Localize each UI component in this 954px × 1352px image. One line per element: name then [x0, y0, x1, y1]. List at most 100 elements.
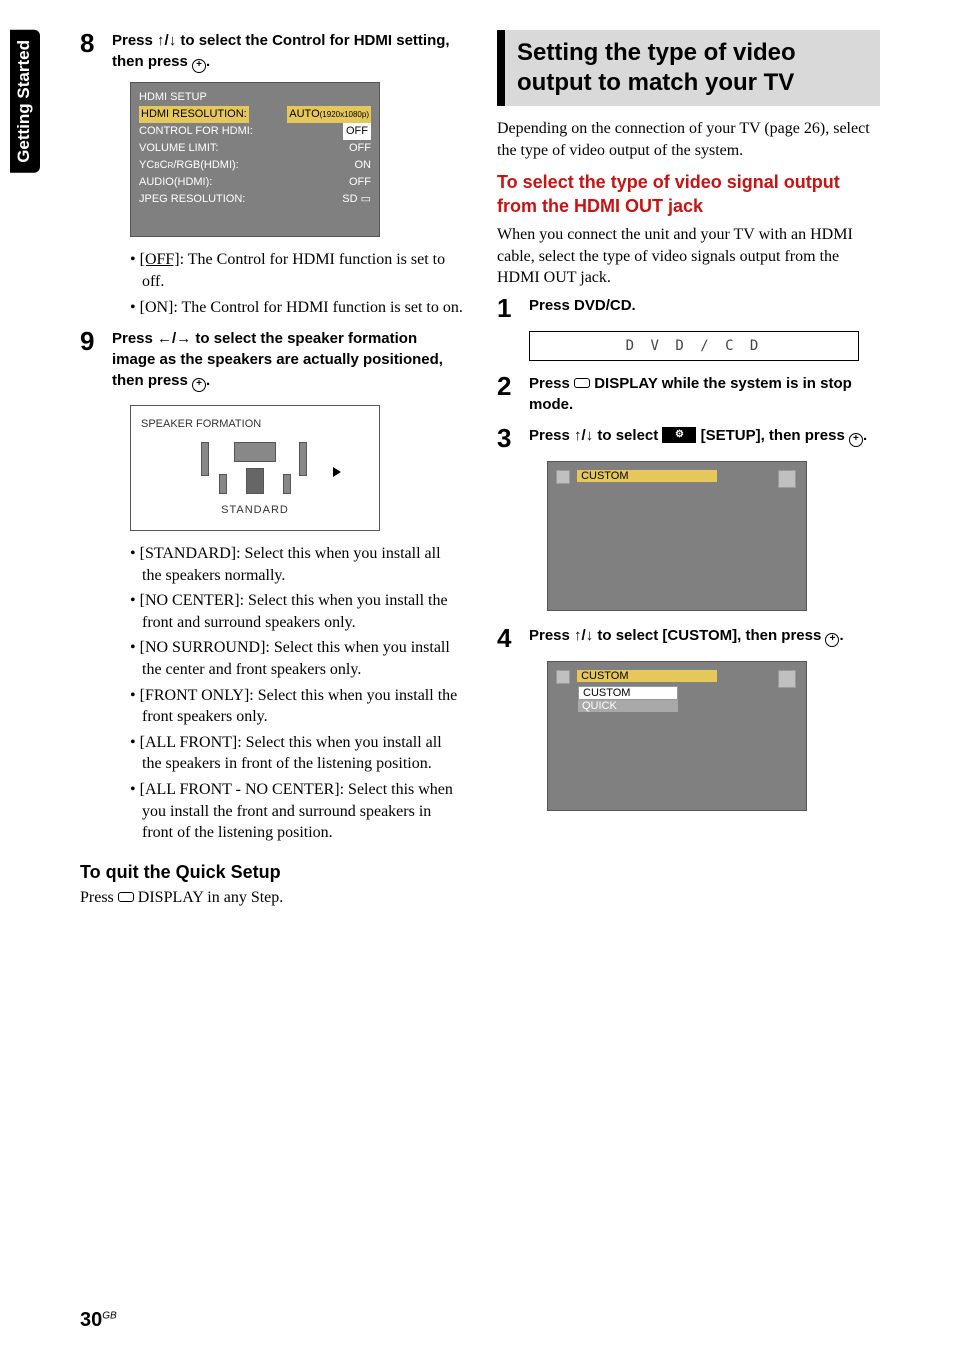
bullet: [ALL FRONT - NO CENTER]: Select this whe…	[130, 779, 463, 844]
osd-item-highlight: CUSTOM	[578, 686, 678, 700]
text: Press	[529, 375, 574, 392]
setup-osd-1: CUSTOM	[547, 461, 807, 611]
bullet: [OFF]: The Control for HDMI function is …	[130, 249, 463, 292]
hdmi-setup-osd: HDMI SETUP HDMI RESOLUTION: AUTO(1920x10…	[130, 82, 380, 237]
step-4: 4 Press ↑/↓ to select [CUSTOM], then pre…	[497, 625, 880, 651]
section-heading: Setting the type of video output to matc…	[497, 30, 880, 106]
bullet: [NO SURROUND]: Select this when you inst…	[130, 637, 463, 680]
osd-row: AUDIO(HDMI): OFF	[139, 174, 371, 191]
bullet: [NO CENTER]: Select this when you instal…	[130, 590, 463, 633]
page-number: 30GB	[80, 1309, 117, 1332]
osd-value: SD ▭	[342, 191, 371, 208]
bullet: [ON]: The Control for HDMI function is s…	[130, 297, 463, 319]
step-8-text: Press ↑/↓ to select the Control for HDMI…	[112, 30, 452, 72]
step-1: 1 Press DVD/CD.	[497, 295, 880, 321]
osd-label: AUDIO(HDMI):	[139, 174, 212, 191]
step-8-bullets: [OFF]: The Control for HDMI function is …	[130, 249, 463, 318]
speaker-icon	[299, 442, 307, 476]
step-9-bullets: [STANDARD]: Select this when you install…	[130, 543, 463, 844]
text: DISPLAY in any Step.	[134, 889, 284, 906]
setup-toolbox-icon: ⚙	[662, 427, 696, 443]
text: [SETUP], then press	[696, 427, 849, 444]
text: Press	[80, 889, 118, 906]
speaker-graphic	[195, 438, 315, 498]
speaker-formation-osd: SPEAKER FORMATION STANDARD	[130, 405, 380, 531]
speaker-icon	[283, 474, 291, 494]
text: .	[839, 627, 843, 644]
osd-label: YCBCR/RGB(HDMI):	[139, 157, 239, 174]
osd-value: AUTO(1920x1080p)	[287, 106, 371, 123]
osd-label: JPEG RESOLUTION:	[139, 191, 245, 208]
page-number-suffix: GB	[102, 1310, 116, 1321]
bullet: [STANDARD]: Select this when you install…	[130, 543, 463, 586]
step-9: 9 Press ←/→ to select the speaker format…	[80, 328, 463, 391]
left-column: 8 Press ↑/↓ to select the Control for HD…	[80, 30, 463, 914]
step-2-number: 2	[497, 373, 525, 399]
up-down-arrows-icon: ↑/↓	[574, 627, 593, 644]
osd-title: SPEAKER FORMATION	[141, 418, 369, 430]
text: to select [CUSTOM], then press	[593, 627, 825, 644]
bullet: [FRONT ONLY]: Select this when you insta…	[130, 685, 463, 728]
step-3: 3 Press ↑/↓ to select ⚙ [SETUP], then pr…	[497, 425, 880, 451]
enter-icon	[849, 433, 863, 447]
step-3-text: Press ↑/↓ to select ⚙ [SETUP], then pres…	[529, 425, 869, 446]
enter-icon	[825, 633, 839, 647]
lcd-display: D V D / C D	[529, 331, 859, 361]
text: Press	[529, 427, 574, 444]
text: .	[206, 372, 210, 389]
step-1-number: 1	[497, 295, 525, 321]
t: C	[160, 159, 168, 171]
osd-label: VOLUME LIMIT:	[139, 140, 218, 157]
intro-text-2: When you connect the unit and your TV wi…	[497, 224, 880, 289]
osd-tab-icon	[556, 470, 570, 484]
page-number-value: 30	[80, 1309, 102, 1331]
speaker-icon	[234, 442, 276, 462]
step-9-number: 9	[80, 328, 108, 354]
osd-row: YCBCR/RGB(HDMI): ON	[139, 157, 371, 174]
text: AUTO	[289, 108, 319, 120]
step-2-text: Press DISPLAY while the system is in sto…	[529, 373, 869, 415]
osd-item-selected: CUSTOM	[577, 470, 717, 482]
enter-icon	[192, 378, 206, 392]
left-right-arrows-icon: ←/→	[157, 330, 191, 347]
quit-body: Press DISPLAY in any Step.	[80, 887, 463, 909]
osd-value: OFF	[349, 140, 371, 157]
osd-item: QUICK	[578, 700, 678, 712]
t: /RGB(HDMI):	[173, 159, 238, 171]
t: YC	[139, 159, 154, 171]
osd-value-selected: OFF	[343, 123, 371, 140]
step-9-text: Press ←/→ to select the speaker formatio…	[112, 328, 452, 391]
step-8-number: 8	[80, 30, 108, 56]
text: : The Control for HDMI function is set t…	[142, 251, 445, 290]
step-3-number: 3	[497, 425, 525, 451]
bullet: [ALL FRONT]: Select this when you instal…	[130, 732, 463, 775]
display-icon	[574, 378, 590, 388]
page-content: 8 Press ↑/↓ to select the Control for HD…	[80, 30, 880, 914]
side-tab: Getting Started	[10, 30, 40, 173]
quit-heading: To quit the Quick Setup	[80, 862, 463, 883]
intro-text: Depending on the connection of your TV (…	[497, 118, 880, 161]
speaker-icon	[246, 468, 264, 494]
text: Press	[112, 330, 157, 347]
text: to select	[593, 427, 662, 444]
up-down-arrows-icon: ↑/↓	[574, 427, 593, 444]
speaker-icon	[219, 474, 227, 494]
setup-osd-2: CUSTOM CUSTOM QUICK	[547, 661, 807, 811]
display-icon	[118, 892, 134, 902]
osd-row: CONTROL FOR HDMI: OFF	[139, 123, 371, 140]
osd-label: HDMI RESOLUTION:	[139, 106, 249, 123]
osd-item-selected: CUSTOM	[577, 670, 717, 682]
step-2: 2 Press DISPLAY while the system is in s…	[497, 373, 880, 415]
osd-title: HDMI SETUP	[139, 89, 371, 106]
right-column: Setting the type of video output to matc…	[497, 30, 880, 914]
play-arrow-icon	[333, 467, 341, 477]
step-4-number: 4	[497, 625, 525, 651]
text: Press	[529, 627, 574, 644]
osd-row: JPEG RESOLUTION: SD ▭	[139, 191, 371, 208]
text: .	[206, 53, 210, 70]
step-1-text: Press DVD/CD.	[529, 295, 869, 316]
osd-row: HDMI RESOLUTION: AUTO(1920x1080p)	[139, 106, 371, 123]
text: [OFF]	[140, 251, 180, 268]
osd-tab-icon	[556, 670, 570, 684]
osd-corner-icon	[778, 470, 796, 488]
